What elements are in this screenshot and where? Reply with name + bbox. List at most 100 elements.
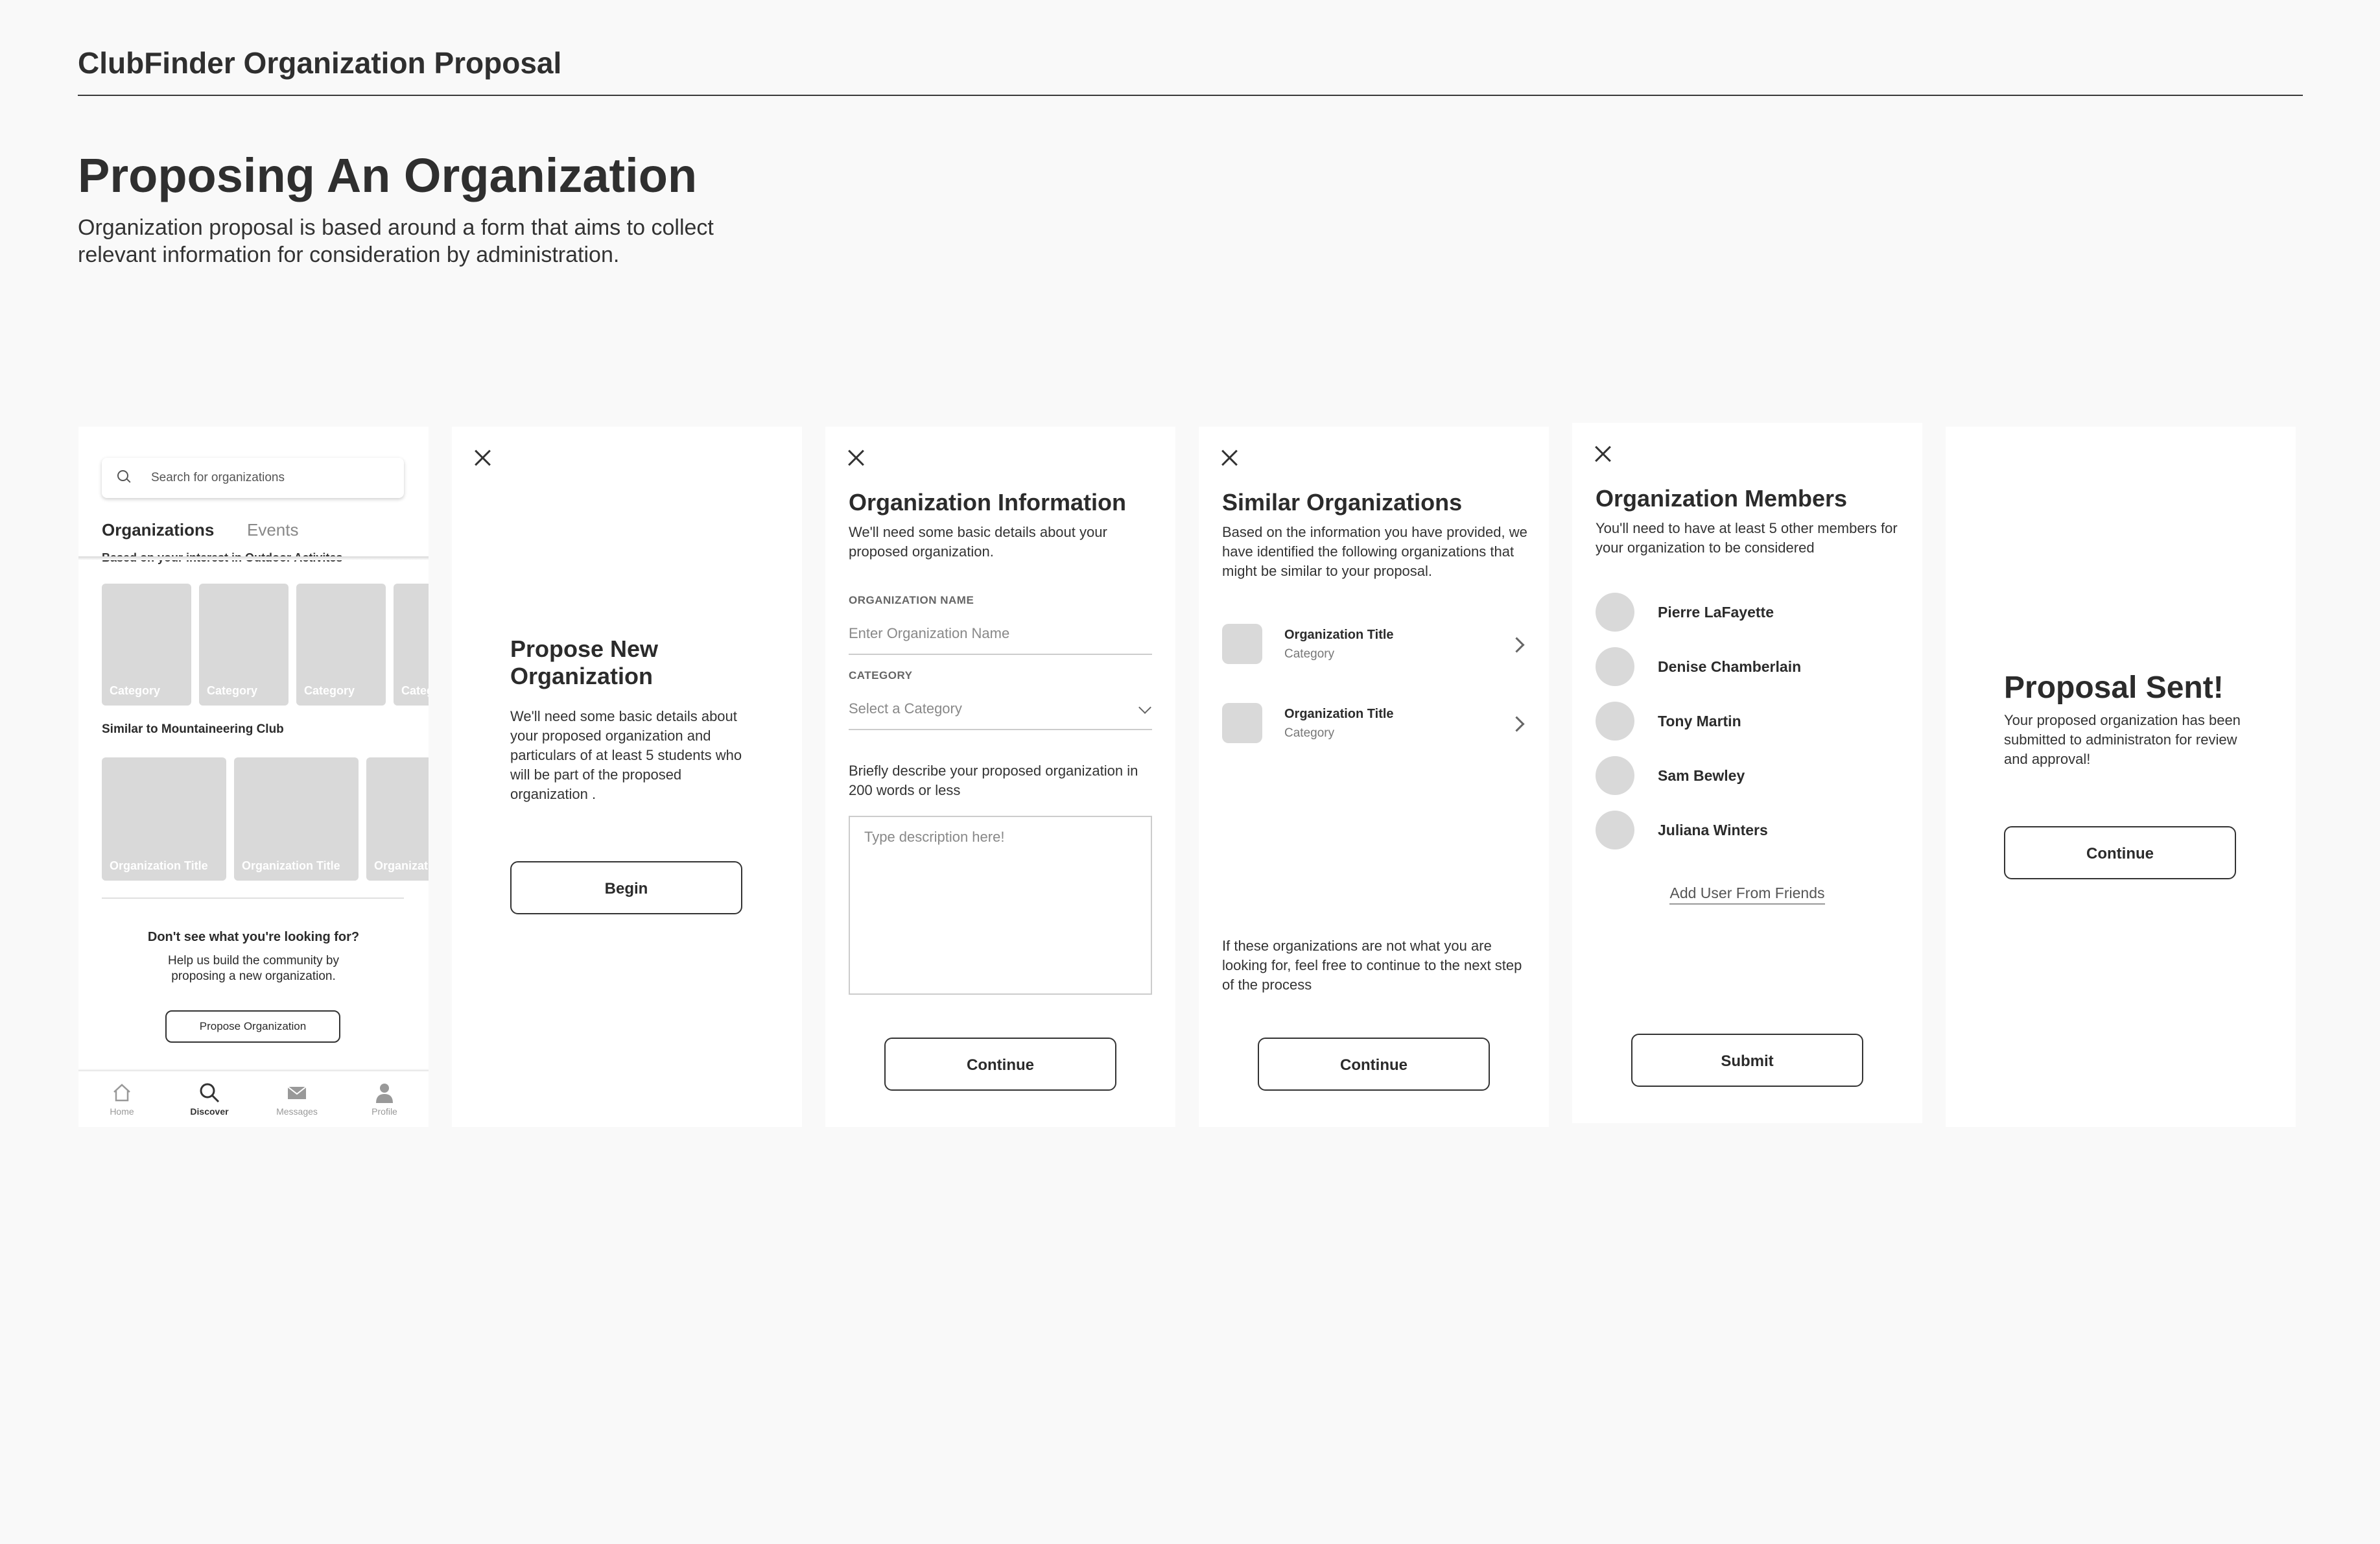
envelope-icon bbox=[287, 1086, 307, 1099]
list-item[interactable]: Juliana Winters bbox=[1596, 811, 1900, 851]
screen-discover: Search for organizations Organizations E… bbox=[78, 427, 429, 1127]
propose-organization-button[interactable]: Propose Organization bbox=[165, 1010, 340, 1043]
category-label: CATEGORY bbox=[849, 669, 913, 682]
tab-organizations[interactable]: Organizations bbox=[102, 520, 214, 540]
person-icon bbox=[376, 1084, 393, 1103]
category-tile[interactable]: Category bbox=[102, 584, 191, 706]
screen-organization-information: Organization Information We'll need some… bbox=[825, 427, 1175, 1127]
screen-body: We'll need some basic details about your… bbox=[510, 708, 742, 802]
search-icon bbox=[117, 470, 129, 482]
close-icon[interactable] bbox=[846, 447, 866, 467]
continue-button[interactable]: Continue bbox=[1258, 1038, 1490, 1091]
member-name: Juliana Winters bbox=[1658, 822, 1768, 838]
screen-title: Organization Members bbox=[1596, 485, 1848, 512]
tile-label: Category bbox=[207, 684, 258, 697]
organization-tile[interactable]: Organization Title bbox=[366, 757, 429, 881]
search-input[interactable]: Search for organizations bbox=[102, 458, 404, 498]
screen-title: Similar Organizations bbox=[1222, 489, 1463, 516]
member-name: Sam Bewley bbox=[1658, 767, 1745, 784]
tile-label: Category bbox=[401, 684, 429, 697]
add-user-label[interactable]: Add User From Friends bbox=[1669, 885, 1825, 905]
close-icon[interactable] bbox=[1593, 444, 1612, 463]
category-select[interactable]: Select a Category bbox=[849, 700, 962, 717]
cta-subtitle: Help us build the community by proposing… bbox=[167, 954, 339, 983]
begin-button[interactable]: Begin bbox=[510, 861, 742, 914]
screen-title: Propose New Organization bbox=[510, 635, 659, 689]
avatar bbox=[1596, 647, 1634, 686]
tile-label: Organization Title bbox=[110, 859, 208, 872]
section-title: Proposing An Organization bbox=[78, 148, 698, 202]
screen-similar-organizations: Similar Organizations Based on the infor… bbox=[1199, 427, 1549, 1127]
avatar bbox=[1596, 756, 1634, 795]
description-placeholder: Type description here! bbox=[864, 829, 1005, 845]
screen-title: Organization Information bbox=[849, 489, 1126, 516]
description-prompt: Briefly describe your proposed organizat… bbox=[849, 763, 1138, 798]
search-icon bbox=[200, 1083, 220, 1103]
member-name: Tony Martin bbox=[1658, 713, 1741, 730]
footer-note: If these organizations are not what you … bbox=[1222, 938, 1522, 993]
screen-organization-members: Organization Members You'll need to have… bbox=[1572, 423, 1922, 1123]
search-placeholder: Search for organizations bbox=[151, 471, 285, 484]
field-underline bbox=[849, 654, 1152, 655]
tabs-divider bbox=[78, 556, 429, 560]
description-field[interactable]: Type description here! bbox=[849, 816, 1152, 995]
continue-button[interactable]: Continue bbox=[884, 1038, 1116, 1091]
doc-title: ClubFinder Organization Proposal bbox=[78, 46, 562, 80]
organization-title: Organization Title bbox=[1284, 707, 1394, 721]
close-icon[interactable] bbox=[1219, 447, 1239, 467]
list-item[interactable]: Organization Title Category bbox=[1222, 703, 1527, 744]
field-underline bbox=[849, 729, 1152, 730]
nav-label: Profile bbox=[371, 1106, 397, 1117]
divider bbox=[102, 897, 404, 899]
avatar bbox=[1596, 811, 1634, 849]
category-tile[interactable]: Category bbox=[394, 584, 429, 706]
close-icon[interactable] bbox=[473, 447, 492, 467]
continue-button[interactable]: Continue bbox=[2004, 826, 2236, 879]
chevron-right-icon bbox=[1509, 716, 1525, 732]
nav-label: Messages bbox=[276, 1106, 318, 1117]
list-item[interactable]: Pierre LaFayette bbox=[1596, 593, 1900, 633]
nav-messages[interactable]: Messages bbox=[268, 1082, 326, 1117]
list-item[interactable]: Organization Title Category bbox=[1222, 624, 1527, 665]
nav-profile[interactable]: Profile bbox=[355, 1082, 414, 1117]
avatar bbox=[1596, 702, 1634, 741]
tile-label: Category bbox=[304, 684, 355, 697]
tab-events[interactable]: Events bbox=[247, 520, 299, 540]
organization-thumbnail bbox=[1222, 703, 1262, 743]
organization-title: Organization Title bbox=[1284, 628, 1394, 642]
organization-name-label: ORGANIZATION NAME bbox=[849, 594, 974, 606]
chevron-right-icon bbox=[1509, 637, 1525, 653]
submit-button[interactable]: Submit bbox=[1631, 1034, 1863, 1087]
screen-proposal-sent: Proposal Sent! Your proposed organizatio… bbox=[1946, 427, 2296, 1127]
cta-title: Don't see what you're looking for? bbox=[147, 930, 360, 944]
nav-home[interactable]: Home bbox=[93, 1082, 151, 1117]
screen-subtitle: We'll need some basic details about your… bbox=[849, 524, 1107, 560]
category-tile[interactable]: Category bbox=[199, 584, 289, 706]
chevron-down-icon[interactable] bbox=[1138, 701, 1151, 714]
organization-thumbnail bbox=[1222, 624, 1262, 664]
organization-category: Category bbox=[1284, 726, 1335, 740]
home-icon bbox=[113, 1084, 130, 1102]
organization-category: Category bbox=[1284, 647, 1335, 661]
list-item[interactable]: Sam Bewley bbox=[1596, 756, 1900, 796]
screen-title: Proposal Sent! bbox=[2004, 671, 2224, 705]
screen-body: Your proposed organization has been subm… bbox=[2004, 712, 2241, 767]
list-item[interactable]: Denise Chamberlain bbox=[1596, 647, 1900, 687]
tile-label: Category bbox=[110, 684, 161, 697]
tile-label: Organization Title bbox=[374, 859, 429, 872]
category-tile[interactable]: Category bbox=[296, 584, 386, 706]
organization-tile[interactable]: Organization Title bbox=[234, 757, 359, 881]
section-description: Organization proposal is based around a … bbox=[78, 215, 714, 267]
organization-name-field[interactable]: Enter Organization Name bbox=[849, 625, 1009, 642]
nav-discover[interactable]: Discover bbox=[180, 1082, 239, 1117]
organization-tile[interactable]: Organization Title bbox=[102, 757, 226, 881]
nav-label: Home bbox=[110, 1106, 134, 1117]
avatar bbox=[1596, 593, 1634, 632]
nav-label: Discover bbox=[190, 1106, 229, 1117]
member-name: Pierre LaFayette bbox=[1658, 604, 1774, 621]
screen-propose: Propose New Organization We'll need some… bbox=[452, 427, 802, 1127]
add-user-link[interactable]: Add User From Friends bbox=[1572, 885, 1922, 905]
list-item[interactable]: Tony Martin bbox=[1596, 702, 1900, 742]
tile-label: Organization Title bbox=[242, 859, 340, 872]
bottom-nav-divider bbox=[78, 1069, 429, 1071]
